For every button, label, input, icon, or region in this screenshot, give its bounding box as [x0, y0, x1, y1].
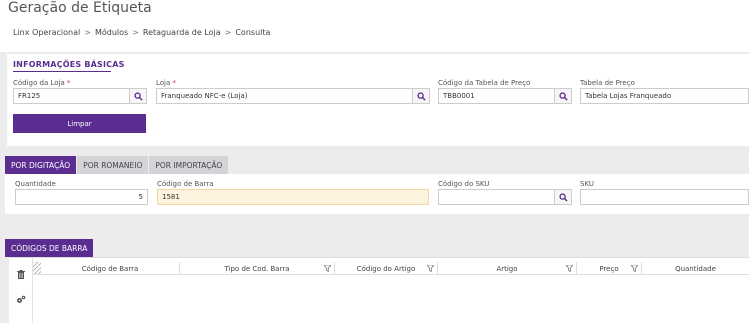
cogs-icon[interactable]: [16, 295, 26, 305]
page-title: Geração de Etiqueta: [8, 0, 152, 16]
price-table-label: Tabela de Preço: [580, 79, 635, 87]
column-header-artigo[interactable]: Artigo: [438, 262, 577, 275]
store-search-button[interactable]: [412, 88, 430, 104]
tab-por-romaneio[interactable]: POR ROMANEIO: [77, 156, 149, 174]
filter-icon[interactable]: [566, 265, 573, 272]
store-code-field[interactable]: FR125: [13, 88, 130, 104]
filter-icon[interactable]: [427, 265, 434, 272]
search-icon: [558, 91, 568, 101]
price-table-code-search-button[interactable]: [554, 88, 572, 104]
column-header-codigo-de-barra[interactable]: Código de Barra: [41, 262, 180, 275]
column-header-preco[interactable]: Preço: [577, 262, 642, 275]
price-table-code-label: Código da Tabela de Preço: [438, 79, 531, 87]
sku-code-field[interactable]: [438, 189, 555, 205]
grid-header: Código de Barra Tipo de Cod. Barra Códig…: [33, 262, 749, 275]
column-header-quantidade[interactable]: Quantidade: [642, 262, 749, 275]
clear-button[interactable]: Limpar: [13, 114, 146, 133]
entry-mode-tabs: POR DIGITAÇÃO POR ROMANEIO POR IMPORTAÇÃ…: [5, 156, 229, 174]
sku-label: SKU: [580, 180, 594, 188]
price-table-field[interactable]: Tabela Lojas Franqueado: [580, 88, 749, 104]
breadcrumb-separator: >: [84, 28, 91, 37]
grid-side-toolbar: [9, 258, 33, 323]
barcode-field[interactable]: 1581: [157, 189, 429, 205]
store-field[interactable]: Franqueado NFC-e (Loja): [156, 88, 413, 104]
column-header-codigo-do-artigo[interactable]: Código do Artigo: [335, 262, 438, 275]
sku-field[interactable]: [580, 189, 749, 205]
search-icon: [558, 192, 568, 202]
sku-code-search-button[interactable]: [554, 189, 572, 205]
column-header-tipo-cod-barra[interactable]: Tipo de Cod. Barra: [180, 262, 335, 275]
barcode-label: Código de Barra: [157, 180, 214, 188]
search-icon: [133, 91, 143, 101]
barcodes-grid: Código de Barra Tipo de Cod. Barra Códig…: [9, 257, 749, 323]
quantity-label: Quantidade: [15, 180, 56, 188]
tab-por-digitacao[interactable]: POR DIGITAÇÃO: [5, 156, 77, 174]
breadcrumb-item-modulos[interactable]: Módulos: [95, 28, 128, 37]
breadcrumb-item-linx-operacional[interactable]: Linx Operacional: [13, 28, 80, 37]
page-header: Geração de Etiqueta Linx Operacional > Mód…: [0, 0, 749, 52]
store-code-search-button[interactable]: [129, 88, 147, 104]
breadcrumb: Linx Operacional > Módulos > Retaguarda de L…: [13, 28, 270, 37]
quantity-field[interactable]: 5: [15, 189, 148, 205]
store-code-label: Código da Loja *: [13, 79, 71, 87]
barcodes-grid-tab[interactable]: CÓDIGOS DE BARRA: [5, 239, 94, 257]
sku-code-label: Código do SKU: [438, 180, 490, 188]
store-label: Loja *: [156, 79, 177, 87]
breadcrumb-separator: >: [224, 28, 232, 37]
basic-info-title: INFORMAÇÕES BÁSICAS: [13, 60, 125, 69]
breadcrumb-item-retaguarda[interactable]: Retaguarda de Loja: [143, 28, 221, 37]
breadcrumb-item-consulta: Consulta: [235, 28, 271, 37]
filter-icon[interactable]: [324, 265, 331, 272]
search-icon: [416, 91, 426, 101]
section-title-underline: [13, 71, 111, 72]
trash-icon[interactable]: [16, 269, 26, 279]
tab-por-importacao[interactable]: POR IMPORTAÇÃO: [149, 156, 229, 174]
filter-icon[interactable]: [631, 265, 638, 272]
price-table-code-field[interactable]: TBB0001: [438, 88, 555, 104]
breadcrumb-separator: >: [132, 28, 139, 37]
